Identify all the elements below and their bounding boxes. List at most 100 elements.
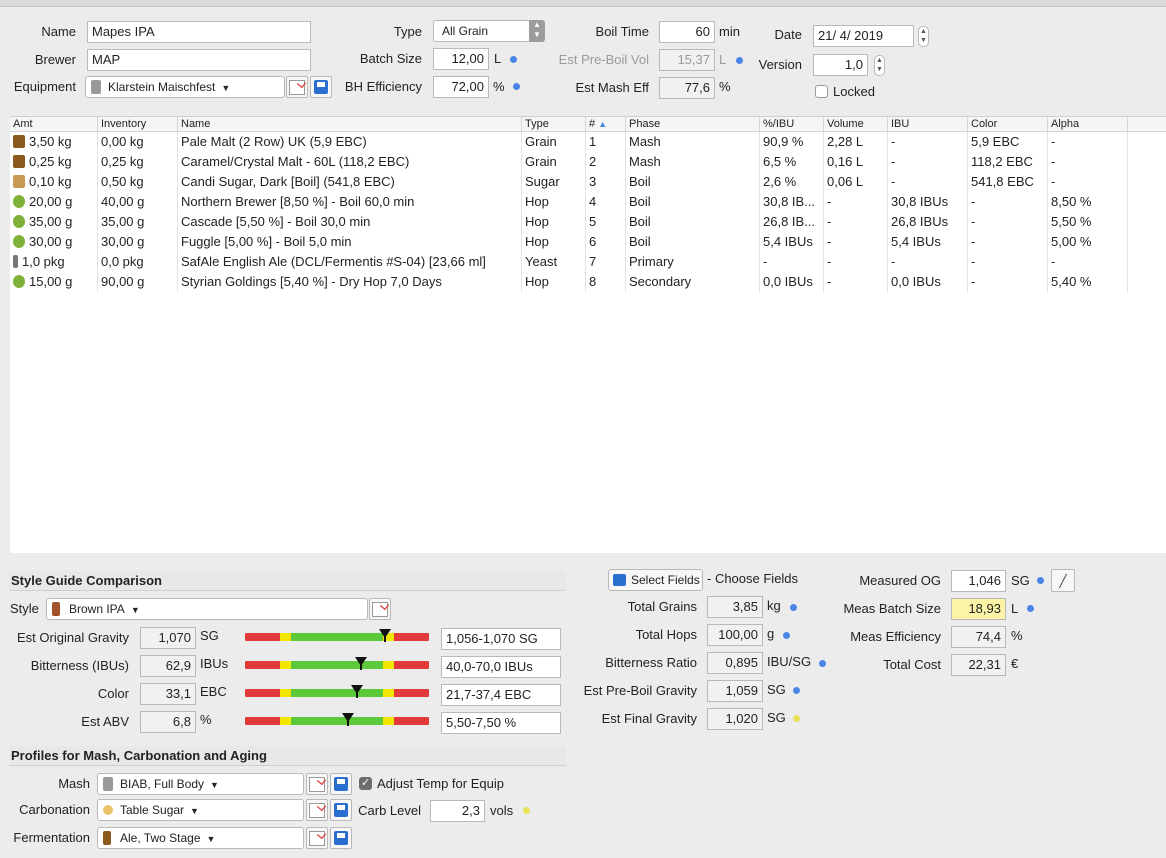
date-stepper[interactable]: ▲ ▼	[918, 26, 929, 47]
table-row[interactable]: 30,00 g 30,00 g Fuggle [5,00 %] - Boil 5,0…	[10, 232, 1166, 252]
cell-color-text: 118,2 EBC	[971, 154, 1033, 169]
fermentation-popup[interactable]: Ale, Two Stage ▼	[97, 827, 304, 849]
cell-volume: -	[824, 272, 888, 292]
status-dot-icon[interactable]	[523, 807, 530, 814]
date-input[interactable]: 21/ 4/ 2019	[813, 25, 914, 47]
name-input[interactable]: Mapes IPA	[87, 21, 311, 43]
info-dot-icon[interactable]	[783, 632, 790, 639]
info-dot-icon[interactable]	[1037, 577, 1044, 584]
measured-og-input[interactable]: 1,046	[951, 570, 1006, 592]
mash-profile-popup[interactable]: BIAB, Full Body ▼	[97, 773, 304, 795]
carb-level-input[interactable]: 2,3	[430, 800, 485, 822]
cell-amount: 35,00 g	[10, 212, 98, 232]
save-mash-button[interactable]	[330, 773, 352, 795]
edit-style-button[interactable]	[369, 598, 391, 620]
cell-phase-text: Secondary	[629, 274, 692, 289]
edit-fermentation-button[interactable]	[306, 827, 328, 849]
table-row[interactable]: 0,10 kg 0,50 kg Candi Sugar, Dark [Boil] (…	[10, 172, 1166, 192]
cell-type: Grain	[522, 152, 586, 172]
col-color[interactable]: Color	[968, 117, 1048, 131]
cell-type-text: Hop	[525, 274, 549, 289]
boil-unit: min	[719, 24, 740, 39]
col-amt[interactable]: Amt	[10, 117, 98, 131]
type-label: Type	[393, 24, 422, 39]
adjust-temp-checkbox[interactable]	[359, 776, 372, 790]
cell-alpha: -	[1048, 172, 1128, 192]
measured-og-label: Measured OG	[859, 573, 941, 588]
col-inventory[interactable]: Inventory	[98, 117, 178, 131]
cell-phase: Boil	[626, 172, 760, 192]
table-row[interactable]: 20,00 g 40,00 g Northern Brewer [8,50 %] -…	[10, 192, 1166, 212]
brewer-input[interactable]: MAP	[87, 49, 311, 71]
chevron-down-icon: ▼	[210, 780, 219, 790]
col-pct-ibu[interactable]: %/IBU	[760, 117, 824, 131]
edit-note-icon	[309, 802, 325, 818]
edit-mash-button[interactable]	[306, 773, 328, 795]
col-type[interactable]: Type	[522, 117, 586, 131]
meas-batch-input[interactable]: 18,93	[951, 598, 1006, 620]
info-dot-icon[interactable]	[1027, 605, 1034, 612]
metric-value: 62,9	[140, 655, 196, 677]
cell-pct-ibu: 5,4 IBUs	[760, 232, 824, 252]
col-ibu[interactable]: IBU	[888, 117, 968, 131]
version-input[interactable]: 1,0	[813, 54, 868, 76]
cell-amount: 0,25 kg	[10, 152, 98, 172]
table-row[interactable]: 3,50 kg 0,00 kg Pale Malt (2 Row) UK (5,9 …	[10, 132, 1166, 152]
hop-icon	[13, 195, 25, 208]
mash-profile-value: BIAB, Full Body	[120, 777, 205, 791]
metric-range: 21,7-37,4 EBC	[441, 684, 561, 706]
style-popup[interactable]: Brown IPA ▼	[46, 598, 368, 620]
cell-pct-ibu-text: 90,9 %	[763, 134, 804, 149]
info-dot-icon[interactable]	[510, 56, 517, 63]
bh-efficiency-input[interactable]: 72,00	[433, 76, 489, 98]
bitterness-ratio-label: Bitterness Ratio	[605, 655, 697, 670]
metric-label: Est Original Gravity	[17, 630, 129, 645]
edit-note-icon	[372, 601, 388, 617]
status-dot-icon[interactable]	[793, 715, 800, 722]
locked-checkbox[interactable]	[815, 85, 828, 98]
col-volume[interactable]: Volume	[824, 117, 888, 131]
cell-amount-text: 20,00 g	[29, 194, 73, 209]
table-row[interactable]: 0,25 kg 0,25 kg Caramel/Crystal Malt - 60L…	[10, 152, 1166, 172]
cell-pct-ibu-text: 0,0 IBUs	[763, 274, 813, 289]
cell-number: 2	[586, 152, 626, 172]
glass-icon	[52, 602, 60, 616]
save-fermentation-button[interactable]	[330, 827, 352, 849]
table-row[interactable]: 15,00 g 90,00 g Styrian Goldings [5,40 %] …	[10, 272, 1166, 292]
cell-inventory-text: 30,00 g	[101, 234, 145, 249]
batch-size-input[interactable]: 12,00	[433, 48, 489, 70]
total-grains-unit: kg	[767, 598, 781, 613]
pot-icon	[103, 777, 113, 791]
save-carbonation-button[interactable]	[330, 799, 352, 821]
batch-size-label: Batch Size	[359, 51, 422, 66]
cell-pct-ibu-text: -	[763, 254, 768, 269]
select-fields-button[interactable]: Select Fields	[608, 569, 703, 591]
col-number[interactable]: # ▲	[586, 117, 626, 131]
col-phase[interactable]: Phase	[626, 117, 760, 131]
carbonation-popup[interactable]: Table Sugar ▼	[97, 799, 304, 821]
table-row[interactable]: 35,00 g 35,00 g Cascade [5,50 %] - Boil 30…	[10, 212, 1166, 232]
info-dot-icon[interactable]	[793, 687, 800, 694]
version-stepper[interactable]: ▲ ▼	[874, 55, 885, 76]
hop-icon	[13, 235, 25, 248]
table-row[interactable]: 1,0 pkg 0,0 pkg SafAle English Ale (DCL/Fe…	[10, 252, 1166, 272]
cell-phase: Mash	[626, 152, 760, 172]
cell-amount: 30,00 g	[10, 232, 98, 252]
cell-color-text: -	[971, 274, 976, 289]
cell-number: 4	[586, 192, 626, 212]
cell-pct-ibu-text: 2,6 %	[763, 174, 797, 189]
col-alpha[interactable]: Alpha	[1048, 117, 1128, 131]
cell-inventory-text: 40,00 g	[101, 194, 145, 209]
hydrometer-button[interactable]: ╱	[1051, 569, 1075, 592]
cell-ibu-text: -	[891, 254, 896, 269]
info-dot-icon[interactable]	[790, 604, 797, 611]
col-name[interactable]: Name	[178, 117, 522, 131]
boil-time-input[interactable]: 60	[659, 21, 715, 43]
cell-volume-text: -	[827, 254, 832, 269]
edit-carbonation-button[interactable]	[306, 799, 328, 821]
info-dot-icon[interactable]	[513, 83, 520, 90]
edit-equipment-button[interactable]	[286, 76, 308, 98]
sugar-icon	[13, 175, 25, 188]
cell-volume: -	[824, 212, 888, 232]
equipment-popup[interactable]: Klarstein Maischfest ▼	[85, 76, 285, 98]
